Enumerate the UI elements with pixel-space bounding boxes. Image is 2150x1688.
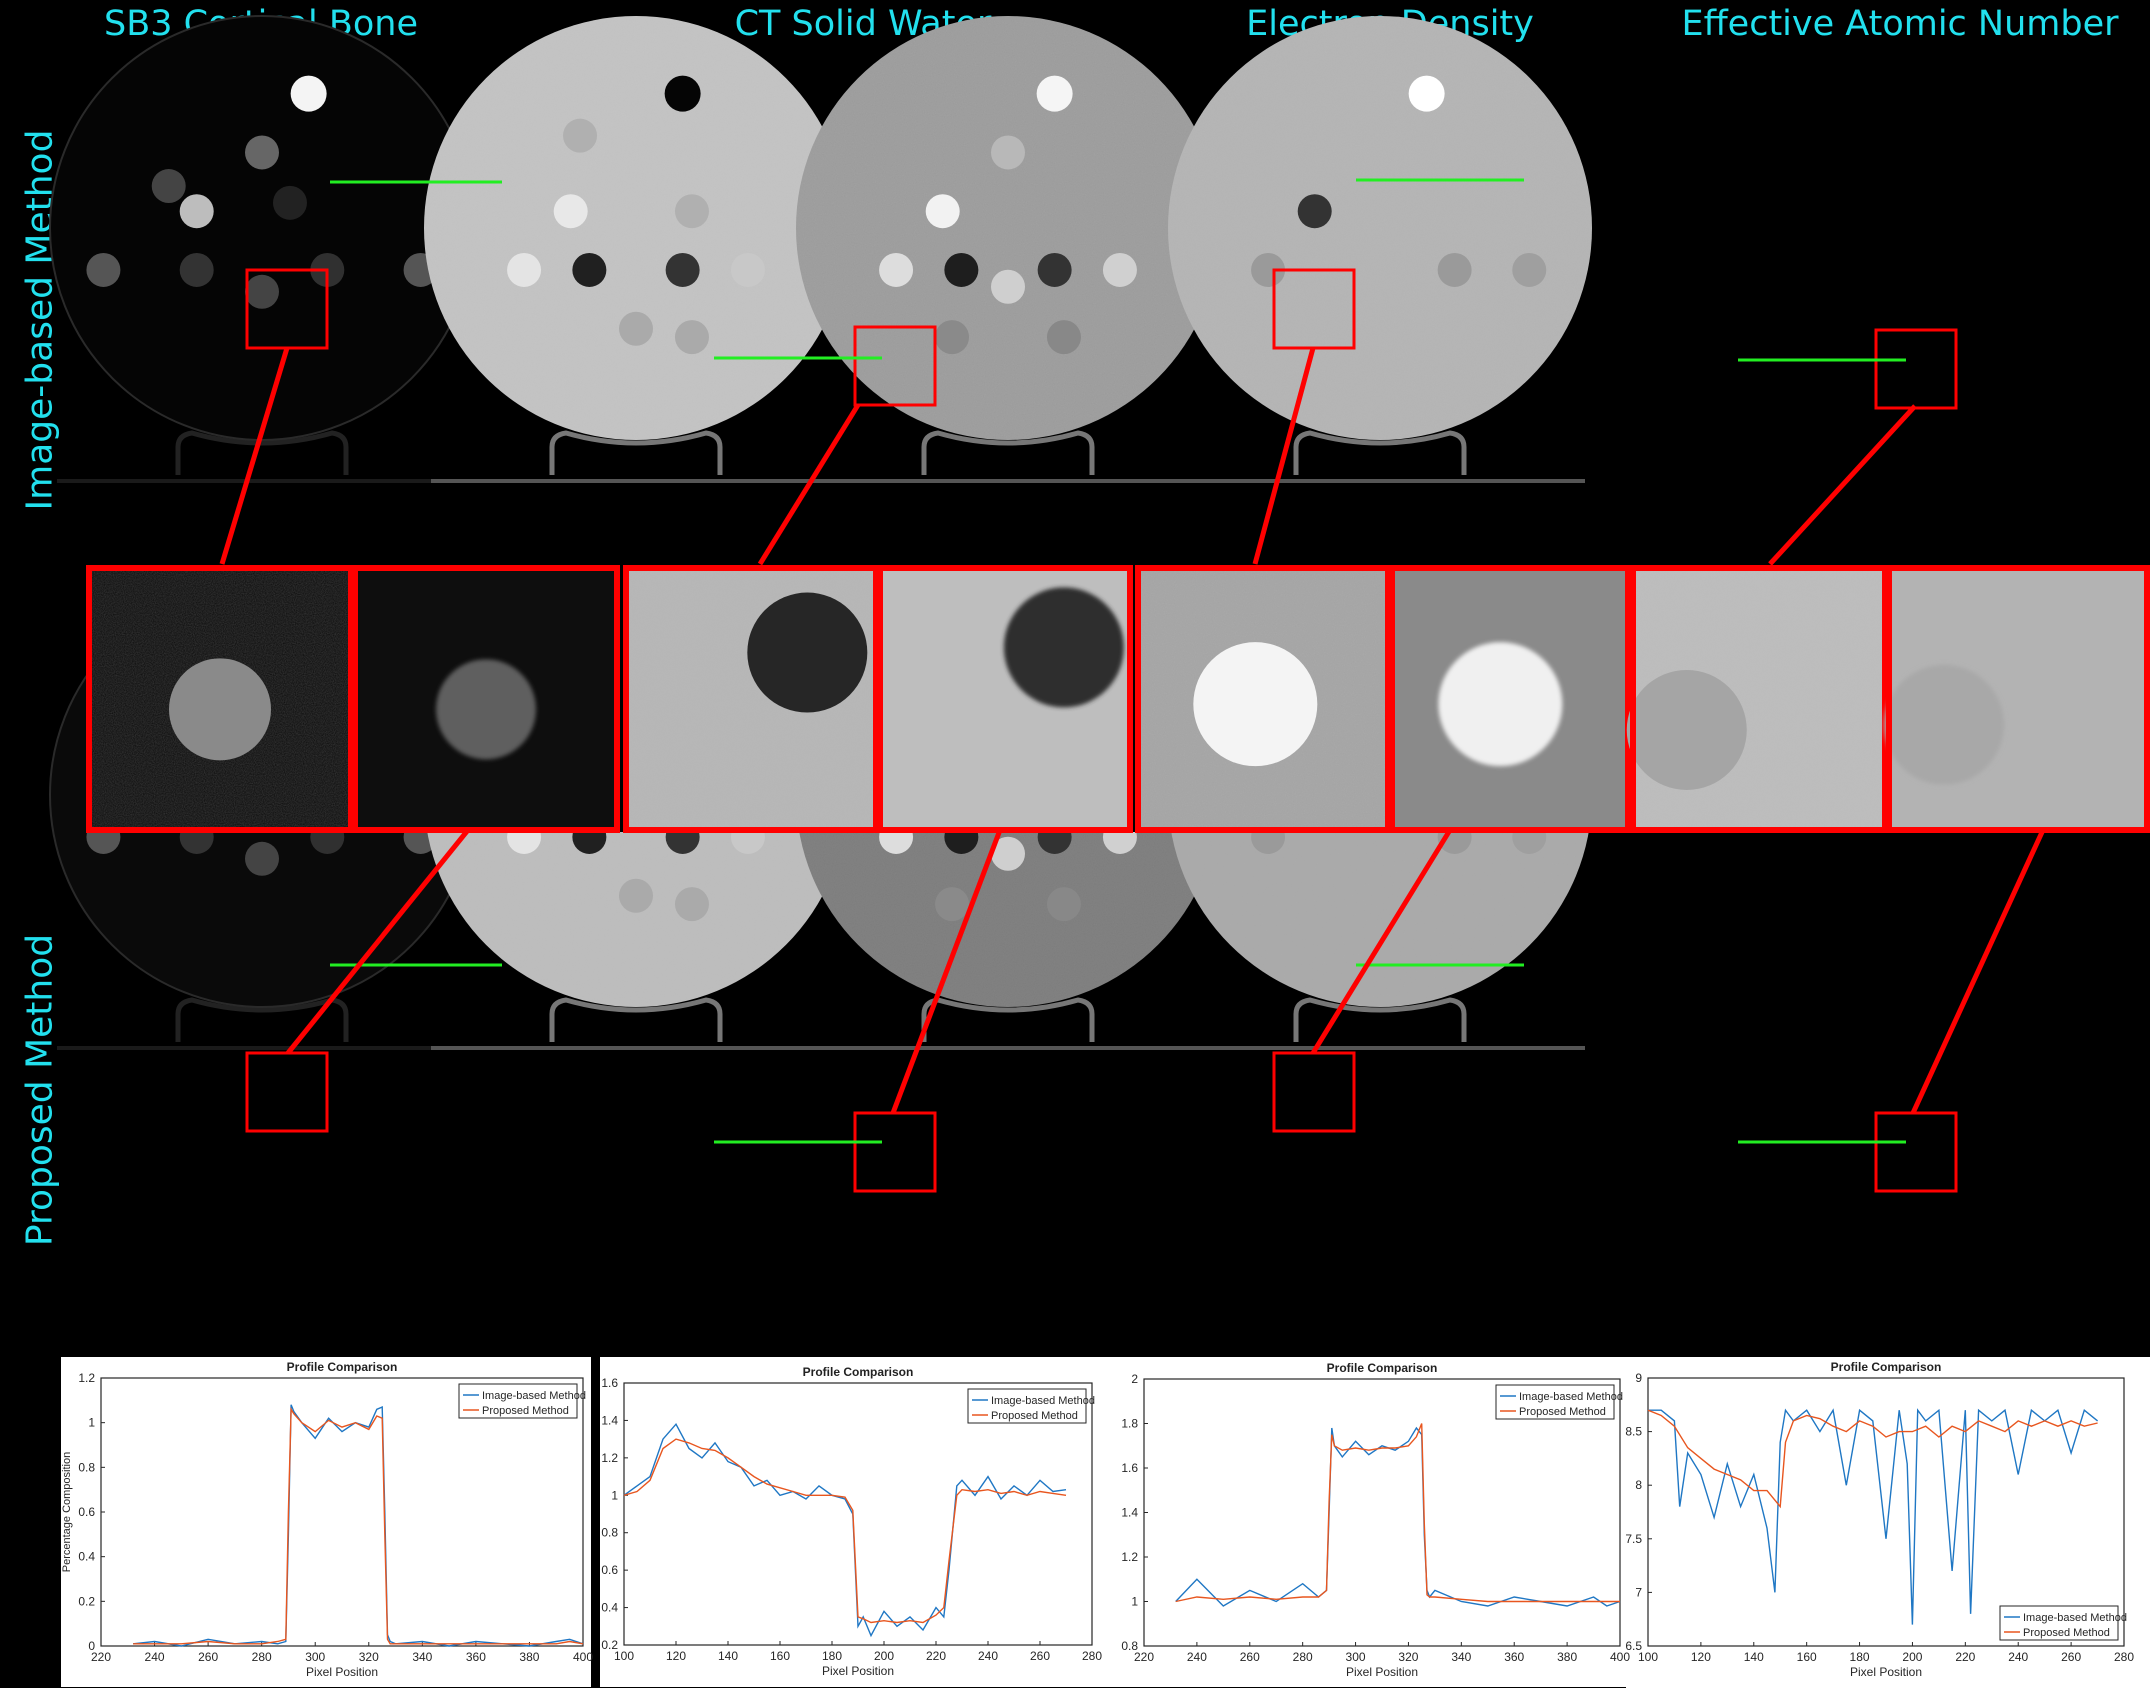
phantom-insert xyxy=(879,252,914,287)
phantom-insert xyxy=(572,252,607,287)
phantom-insert xyxy=(944,252,979,287)
phantom-insert xyxy=(1102,252,1137,287)
phantom-base xyxy=(1175,1046,1585,1050)
phantom-noise xyxy=(796,16,1220,440)
phantom-noise xyxy=(1168,16,1592,440)
phantom-image-grid xyxy=(49,15,2150,1193)
phantom-insert xyxy=(245,135,279,170)
phantom-noise xyxy=(424,16,848,440)
phantom-insert xyxy=(507,252,542,287)
zoom-inset-5 xyxy=(1135,565,1391,833)
phantom-insert xyxy=(1046,887,1081,922)
phantom-image-r1-c3 xyxy=(796,16,1220,483)
inset-insert xyxy=(436,659,536,760)
phantom-insert xyxy=(1408,75,1445,112)
phantom-base xyxy=(803,479,1213,483)
phantom-base xyxy=(431,1046,841,1050)
phantom-insert xyxy=(665,252,700,287)
inset-insert xyxy=(1626,669,1747,790)
zoom-inset-3 xyxy=(623,565,879,833)
roi-box-5 xyxy=(245,1051,329,1133)
phantom-base xyxy=(803,1046,1213,1050)
phantom-insert xyxy=(674,194,709,229)
phantom-insert xyxy=(1437,252,1472,287)
phantom-insert xyxy=(245,841,279,876)
zoom-inset-7 xyxy=(1626,565,1888,833)
phantom-image-r1-c1 xyxy=(49,15,475,483)
zoom-inset-6 xyxy=(1389,565,1631,833)
phantom-insert xyxy=(179,252,214,287)
phantom-base xyxy=(431,479,841,483)
phantom-insert xyxy=(290,75,327,112)
inset-insert xyxy=(1438,642,1563,767)
zoom-connector-4 xyxy=(1768,404,1917,566)
phantom-insert xyxy=(991,269,1025,304)
phantom-insert xyxy=(674,320,709,355)
roi-box-7 xyxy=(1272,1051,1356,1133)
phantom-insert xyxy=(245,274,279,309)
profile-plot-panel-4 xyxy=(1626,1357,2150,1688)
phantom-insert xyxy=(935,320,970,355)
phantom-insert xyxy=(1036,75,1073,112)
phantom-insert xyxy=(1297,194,1332,229)
zoom-inset-8 xyxy=(1884,565,2150,833)
phantom-insert xyxy=(619,878,653,913)
zoom-inset-2 xyxy=(352,565,620,833)
phantom-insert xyxy=(563,118,598,153)
profile-plot-panel-3 xyxy=(1114,1357,1626,1687)
inset-insert xyxy=(747,592,868,713)
roi-box-8 xyxy=(1874,1111,1958,1193)
phantom-insert xyxy=(1512,252,1547,287)
phantom-image-r1-c2 xyxy=(424,16,848,483)
phantom-insert xyxy=(674,887,709,922)
phantom-insert xyxy=(272,185,307,220)
phantom-insert xyxy=(86,252,121,287)
phantom-insert xyxy=(925,194,960,229)
phantom-base xyxy=(57,479,467,483)
zoom-connector-8 xyxy=(1910,828,2046,1115)
phantom-insert xyxy=(553,194,588,229)
inset-insert xyxy=(1003,587,1124,708)
phantom-insert xyxy=(935,887,970,922)
phantom-insert xyxy=(151,169,186,204)
inset-insert xyxy=(1884,664,2005,785)
phantom-disc xyxy=(49,15,475,441)
phantom-insert xyxy=(1046,320,1081,355)
inset-insert xyxy=(169,658,271,761)
zoom-inset-1 xyxy=(86,565,354,833)
inset-insert xyxy=(1193,642,1318,767)
phantom-base xyxy=(57,1046,467,1050)
roi-box-4 xyxy=(1874,328,1958,410)
phantom-insert xyxy=(179,194,214,229)
zoom-connector-2 xyxy=(757,403,861,566)
phantom-insert xyxy=(664,75,701,112)
phantom-insert xyxy=(730,252,765,287)
phantom-insert xyxy=(619,311,653,346)
profile-plot-panel-2 xyxy=(600,1357,1115,1687)
phantom-insert xyxy=(1037,252,1072,287)
phantom-insert xyxy=(991,135,1025,170)
roi-box-6 xyxy=(853,1111,937,1193)
phantom-image-r1-c4 xyxy=(1168,16,1592,483)
zoom-inset-4 xyxy=(877,565,1133,833)
profile-plot-panel-1 xyxy=(61,1357,591,1687)
phantom-base xyxy=(1175,479,1585,483)
